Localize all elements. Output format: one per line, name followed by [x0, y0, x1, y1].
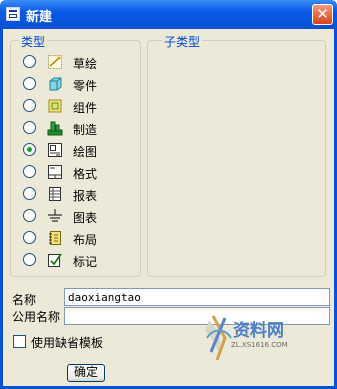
radio-drawing[interactable] [23, 143, 36, 156]
type-label-markup: 标记 [73, 255, 98, 269]
radio-diagram[interactable] [23, 209, 36, 222]
type-label-report: 报表 [73, 189, 98, 203]
format-icon [47, 164, 63, 180]
window-app-icon [6, 7, 20, 21]
name-input[interactable]: daoxiangtao [64, 288, 330, 306]
type-label-layout: 布局 [73, 233, 98, 247]
title-bar[interactable]: 新建 ✕ [0, 0, 337, 29]
radio-manufacturing[interactable] [23, 121, 36, 134]
radio-format[interactable] [23, 165, 36, 178]
layout-icon [47, 230, 63, 246]
radio-assembly[interactable] [23, 99, 36, 112]
type-label-assembly: 组件 [73, 101, 98, 115]
default-template-checkbox[interactable] [13, 335, 26, 348]
type-label-manufacturing: 制造 [73, 123, 98, 137]
subtype-group-label: 子类型 [162, 33, 203, 50]
type-group: 类型 草绘 零件 组件 制造 绘图 格式 报表 图表 布局 标记 [10, 33, 141, 277]
type-label-part: 零件 [73, 79, 98, 93]
markup-icon [47, 252, 63, 268]
subtype-group: 子类型 [147, 33, 326, 277]
radio-layout[interactable] [23, 231, 36, 244]
report-icon [47, 186, 63, 202]
diagram-icon [47, 208, 63, 224]
default-template-label[interactable]: 使用缺省模板 [31, 334, 103, 351]
radio-markup[interactable] [23, 253, 36, 266]
dialog-body: 类型 草绘 零件 组件 制造 绘图 格式 报表 图表 布局 标记 子类型 名称 … [3, 29, 334, 386]
common-name-label: 公用名称 [12, 310, 61, 324]
ok-button[interactable]: 确定 [67, 364, 105, 382]
type-group-label: 类型 [19, 33, 48, 50]
radio-part[interactable] [23, 77, 36, 90]
window-title: 新建 [26, 10, 53, 25]
watermark: 资料网 ZL.XS1616.COM [203, 308, 293, 366]
radio-report[interactable] [23, 187, 36, 200]
close-button[interactable]: ✕ [312, 4, 333, 25]
type-label-diagram: 图表 [73, 211, 98, 225]
part-icon [47, 76, 63, 92]
name-label: 名称 [12, 293, 37, 307]
drawing-icon [47, 142, 63, 158]
manufacturing-icon [47, 120, 63, 136]
watermark-url: ZL.XS1616.COM [231, 341, 288, 349]
type-label-drawing: 绘图 [73, 145, 98, 159]
radio-sketch[interactable] [23, 55, 36, 68]
dialog-window: 新建 ✕ 类型 草绘 零件 组件 制造 绘图 格式 报表 图表 布局 标记 子类… [0, 0, 337, 389]
type-label-sketch: 草绘 [73, 57, 98, 71]
sketch-icon [47, 54, 63, 70]
assembly-icon [47, 98, 63, 114]
watermark-brand: 资料网 [233, 321, 284, 341]
type-label-format: 格式 [73, 167, 98, 181]
